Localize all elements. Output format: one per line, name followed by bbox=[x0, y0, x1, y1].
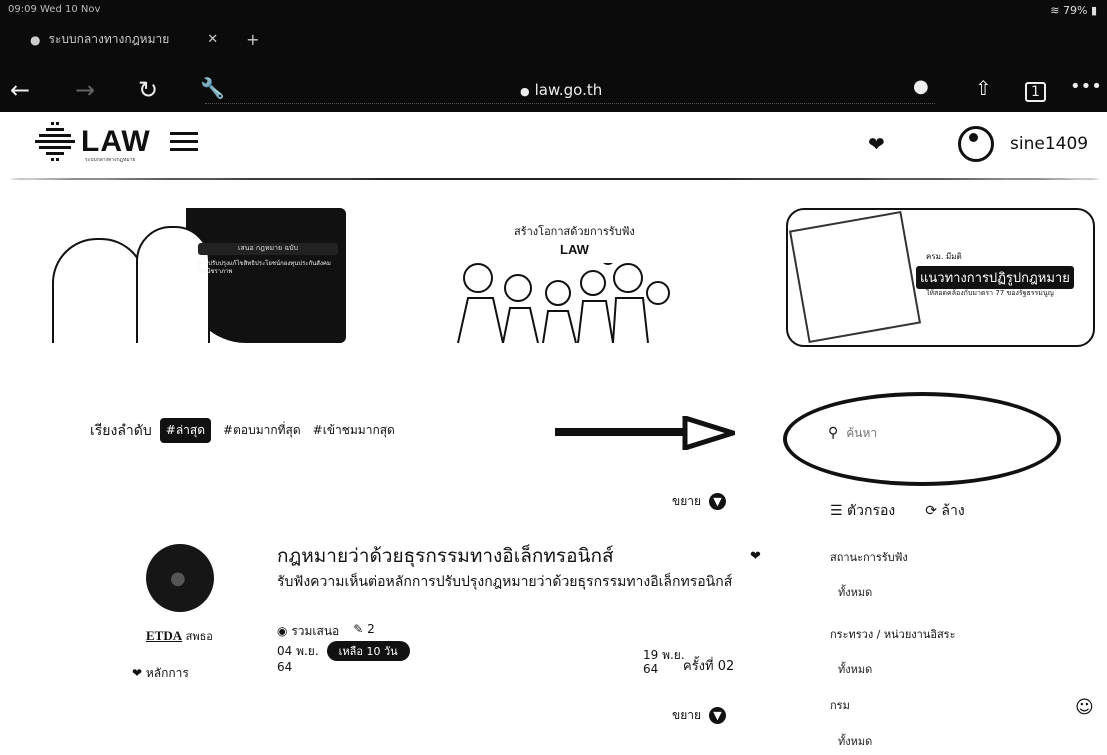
share-icon[interactable]: ⇧ bbox=[975, 76, 992, 100]
banner-person-illustration bbox=[52, 238, 146, 343]
department-filter-select[interactable]: ทั้งหมด bbox=[838, 732, 872, 750]
org-logo: ● bbox=[146, 544, 214, 612]
new-tab-icon[interactable]: + bbox=[246, 30, 259, 49]
card-stats: ◉ รวมเสนอ ✎ 2 bbox=[277, 622, 375, 641]
end-date-day: 19 พ.ย. bbox=[643, 648, 685, 662]
category-tag: ❤ หลักการ bbox=[132, 664, 189, 683]
browser-chrome: 09:09 Wed 10 Nov ≋ 79% ▮ ● ระบบกลางทางกฎ… bbox=[0, 0, 1107, 112]
favorites-heart-icon[interactable]: ❤ bbox=[868, 132, 885, 156]
banner-top-text: ครม. มีมติ bbox=[926, 252, 962, 261]
pencil-icon: ✎ bbox=[353, 622, 364, 636]
filter-button[interactable]: ☰ ตัวกรอง bbox=[830, 500, 895, 522]
sort-most-answered-chip[interactable]: #ตอบมากที่สุด bbox=[223, 421, 301, 440]
category-label: หลักการ bbox=[145, 666, 189, 680]
start-date: 04 พ.ย. bbox=[277, 643, 319, 658]
forward-icon[interactable]: → bbox=[75, 76, 95, 104]
people-icon: ◉ bbox=[277, 624, 288, 638]
microphone-icon[interactable]: ● bbox=[913, 76, 929, 97]
browser-tab[interactable]: ● ระบบกลางทางกฎหมาย ✕ + bbox=[30, 30, 260, 49]
department-filter-label: กรม bbox=[830, 699, 850, 712]
browser-nav-bar: ← → ↻ 🔧 ● law.go.th ● ⇧ 1 ••• bbox=[0, 70, 1107, 110]
wifi-icon: ≋ bbox=[1050, 4, 1060, 17]
reload-icon[interactable]: ↻ bbox=[138, 76, 158, 104]
end-date: 19 พ.ย. 64 bbox=[643, 648, 685, 676]
wrench-icon[interactable]: 🔧 bbox=[200, 76, 225, 100]
ministry-filter-select[interactable]: ทั้งหมด bbox=[838, 660, 872, 678]
logo-subtitle: ระบบกลางทางกฎหมาย bbox=[85, 157, 136, 163]
clear-button[interactable]: ⟳ ล้าง bbox=[925, 500, 964, 522]
filter-header: ☰ ตัวกรอง ⟳ ล้าง bbox=[830, 500, 965, 522]
search-box[interactable]: ⚲ bbox=[828, 425, 929, 441]
sliders-icon: ☰ bbox=[830, 503, 843, 519]
menu-icon[interactable] bbox=[170, 132, 198, 152]
tab-title: ระบบกลางทางกฎหมาย bbox=[48, 32, 170, 46]
user-menu[interactable]: sine1409 bbox=[958, 126, 1088, 162]
expand-label: ขยาย bbox=[672, 494, 702, 508]
ministry-filter-label: กระทรวง / หน่วยงานอิสระ bbox=[830, 628, 956, 641]
refresh-icon: ⟳ bbox=[925, 503, 937, 519]
search-icon: ⚲ bbox=[828, 425, 839, 441]
end-date-year: 64 bbox=[643, 662, 659, 676]
annotation-arrow-icon bbox=[555, 416, 735, 450]
sort-most-viewed-chip[interactable]: #เข้าชมมากสุด bbox=[313, 421, 395, 440]
battery-percent: 79% bbox=[1062, 4, 1088, 17]
logo-text: LAW bbox=[81, 125, 151, 158]
chat-bot-icon[interactable]: ☺ bbox=[1075, 697, 1094, 718]
start-year: 64 bbox=[277, 660, 293, 674]
search-input[interactable] bbox=[844, 425, 929, 441]
org-name: ETDA สพธอ bbox=[146, 627, 213, 645]
site-logo[interactable]: LAW ระบบกลางทางกฎหมาย bbox=[33, 120, 151, 164]
org-logo-icon: ● bbox=[170, 568, 186, 589]
banner-law-reform[interactable]: ครม. มีมติ แนวทางการปฏิรูปกฎหมาย ให้สอดค… bbox=[786, 208, 1095, 347]
status-bar-time: 09:09 Wed 10 Nov bbox=[8, 4, 101, 15]
sort-label: เรียงลำดับ bbox=[90, 422, 152, 439]
back-icon[interactable]: ← bbox=[10, 76, 30, 104]
banner-document-illustration bbox=[788, 210, 922, 344]
expand-toggle-top[interactable]: ขยาย ▼ bbox=[672, 492, 727, 511]
banner-pill: เสนอ กฎหมาย ฉบับ bbox=[198, 243, 338, 255]
card-title[interactable]: กฎหมายว่าด้วยธุรกรรมทางอิเล็กทรอนิกส์ bbox=[277, 541, 614, 571]
close-tab-icon[interactable]: ✕ bbox=[207, 32, 218, 47]
expand-toggle-bottom[interactable]: ขยาย ▼ bbox=[672, 706, 727, 725]
banner-sub-text: ให้สอดคล้องกับมาตรา 77 ของรัฐธรรมนูญ bbox=[926, 289, 1054, 297]
banner-logo-text: LAW bbox=[560, 242, 589, 257]
banner-listening[interactable]: สร้างโอกาสด้วยการรับฟัง LAW bbox=[418, 208, 678, 343]
sort-bar: เรียงลำดับ #ล่าสุด #ตอบมากที่สุด #เข้าชม… bbox=[90, 418, 395, 443]
site-header: LAW ระบบกลางทางกฎหมาย ❤ sine1409 bbox=[0, 112, 1107, 182]
status-filter-select[interactable]: ทั้งหมด bbox=[838, 583, 872, 601]
org-short-name: สพธอ bbox=[185, 630, 213, 643]
lock-icon: ● bbox=[520, 85, 530, 98]
org-abbrev: ETDA bbox=[146, 628, 183, 643]
url-text: law.go.th bbox=[534, 81, 603, 99]
url-bar[interactable] bbox=[205, 103, 935, 104]
like-heart-icon[interactable]: ❤ bbox=[750, 549, 761, 564]
round-number: ครั้งที่ 02 bbox=[683, 659, 735, 674]
crowd-illustration bbox=[457, 263, 670, 343]
header-divider bbox=[10, 178, 1100, 180]
heart-icon: ❤ bbox=[132, 666, 143, 680]
banner-text: การปรับปรุงแก้ไขสิทธิประโยชน์กองทุนประกั… bbox=[198, 260, 331, 275]
comments-stat: ✎ 2 bbox=[353, 622, 375, 636]
tabs-count-icon[interactable]: 1 bbox=[1025, 82, 1046, 102]
participants-stat: ◉ รวมเสนอ bbox=[277, 624, 340, 638]
username: sine1409 bbox=[1010, 134, 1089, 154]
banner-title: สร้างโอกาสด้วยการรับฟัง bbox=[514, 225, 635, 238]
law-logo-icon bbox=[35, 122, 75, 161]
battery-icon: ▮ bbox=[1090, 4, 1097, 17]
chevron-down-icon: ▼ bbox=[709, 707, 727, 724]
battery-status: ≋ 79% ▮ bbox=[1050, 4, 1097, 17]
chevron-down-icon: ▼ bbox=[709, 493, 727, 510]
address-bar[interactable]: ● law.go.th bbox=[520, 81, 602, 99]
globe-icon: ● bbox=[30, 32, 41, 47]
more-options-icon[interactable]: ••• bbox=[1070, 76, 1102, 97]
user-avatar-icon bbox=[958, 126, 994, 162]
card-dates: 04 พ.ย. เหลือ 10 วัน bbox=[277, 641, 410, 661]
sort-latest-chip[interactable]: #ล่าสุด bbox=[159, 418, 212, 443]
status-filter-label: สถานะการรับฟัง bbox=[830, 551, 908, 564]
banner-main-text: แนวทางการปฏิรูปกฎหมาย bbox=[916, 266, 1074, 289]
card-description: รับฟังความเห็นต่อหลักการปรับปรุงกฎหมายว่… bbox=[277, 574, 733, 590]
banner-social-security[interactable]: เสนอ กฎหมาย ฉบับ การปรับปรุงแก้ไขสิทธิปร… bbox=[46, 208, 346, 343]
remaining-days-badge: เหลือ 10 วัน bbox=[326, 641, 410, 661]
expand-label: ขยาย bbox=[672, 708, 702, 722]
